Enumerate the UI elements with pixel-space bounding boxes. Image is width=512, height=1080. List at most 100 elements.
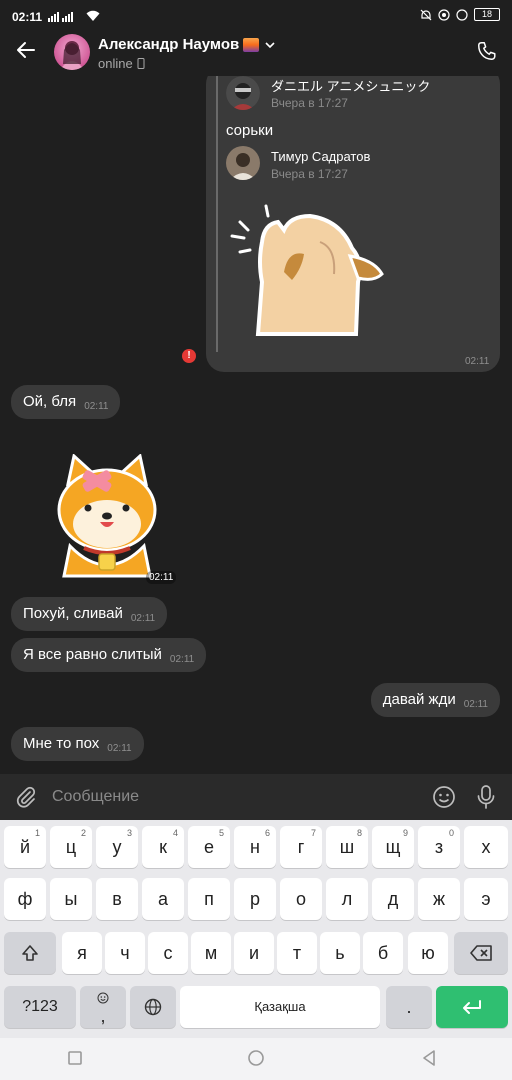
numbers-key[interactable]: ?123	[4, 986, 76, 1028]
contact-status-row: online	[98, 56, 145, 71]
key-letter[interactable]: п	[188, 878, 230, 920]
key-letter[interactable]: к4	[142, 826, 184, 868]
key-letter[interactable]: б	[363, 932, 403, 974]
key-letter[interactable]: в	[96, 878, 138, 920]
key-letter[interactable]: г7	[280, 826, 322, 868]
system-nav-bar	[0, 1038, 512, 1080]
home-circle-icon[interactable]	[247, 1049, 265, 1067]
message-time: 02:11	[130, 613, 156, 624]
message-text: давай жди	[382, 691, 456, 708]
phone-device-icon	[137, 58, 145, 69]
key-letter[interactable]: ю	[408, 932, 448, 974]
key-letter[interactable]: д	[372, 878, 414, 920]
recents-square-icon[interactable]	[66, 1049, 84, 1067]
chat-header: Александр Наумов online	[0, 28, 512, 78]
key-letter[interactable]: с	[148, 932, 188, 974]
message-bubble-sent[interactable]: давай жди 02:11	[370, 683, 500, 717]
message-bubble-received[interactable]: Похуй, сливай 02:11	[11, 597, 168, 631]
key-letter[interactable]: ч	[105, 932, 145, 974]
key-letter[interactable]: ь	[320, 932, 360, 974]
status-time: 02:11	[12, 10, 43, 24]
chevron-down-icon	[265, 41, 275, 48]
key-letter[interactable]: е5	[188, 826, 230, 868]
key-letter[interactable]: р	[234, 878, 276, 920]
key-letter[interactable]: т	[277, 932, 317, 974]
signal-icon	[48, 8, 100, 22]
forward-author2-time: Вчера в 17:27	[271, 167, 348, 181]
back-triangle-icon[interactable]	[420, 1049, 438, 1067]
emoji-icon	[97, 992, 109, 1004]
backspace-icon	[470, 945, 492, 961]
comma-emoji-key[interactable]: ,	[80, 986, 126, 1028]
shift-arrow-icon	[22, 945, 38, 961]
phone-call-icon[interactable]	[476, 40, 498, 62]
status-right: 18	[420, 8, 500, 21]
key-letter[interactable]: х	[464, 826, 508, 868]
contact-name: Александр Наумов	[98, 36, 240, 53]
message-bubble-received[interactable]: Мне то пох 02:11	[11, 727, 144, 761]
language-key[interactable]	[130, 986, 176, 1028]
key-letter[interactable]: й1	[4, 826, 46, 868]
enter-key[interactable]	[436, 986, 508, 1028]
key-letter[interactable]: а	[142, 878, 184, 920]
key-letter[interactable]: ы	[50, 878, 92, 920]
contact-name-row[interactable]: Александр Наумов	[98, 36, 277, 53]
key-letter[interactable]: ж	[418, 878, 460, 920]
contact-avatar[interactable]	[54, 34, 90, 70]
shift-key[interactable]	[4, 932, 56, 974]
key-letter[interactable]: и	[234, 932, 274, 974]
message-time: 02:11	[169, 654, 195, 665]
message-text: Мне то пох	[23, 735, 100, 752]
space-key[interactable]: Қазақша	[180, 986, 380, 1028]
contact-status: online	[98, 56, 133, 71]
battery-icon: 18	[474, 8, 500, 21]
waving-dog-sticker[interactable]	[228, 202, 388, 342]
bell-icon	[456, 8, 468, 21]
forward-quote-bar	[216, 76, 218, 352]
wifi-icon	[86, 10, 100, 21]
key-letter[interactable]: э	[464, 878, 508, 920]
emoji-smile-icon[interactable]	[432, 785, 456, 809]
sticker-time: 02:11	[146, 571, 177, 584]
message-input[interactable]	[52, 782, 412, 812]
forward-author2-avatar[interactable]	[226, 146, 260, 180]
error-icon[interactable]: !	[182, 349, 196, 363]
chat-screen: 02:11 18 Александр Наумов online ダニエル アニ…	[0, 0, 512, 1080]
message-bubble-received[interactable]: Я все равно слитый 02:11	[11, 638, 207, 672]
key-letter[interactable]: з0	[418, 826, 460, 868]
key-letter[interactable]: ц2	[50, 826, 92, 868]
message-time: 02:11	[84, 401, 109, 412]
message-bubble-received[interactable]: Ой, бля 02:11	[11, 385, 121, 419]
message-text: Похуй, сливай	[23, 605, 123, 622]
key-letter[interactable]: ш8	[326, 826, 368, 868]
forwarded-time: 02:11	[465, 356, 490, 367]
key-letter[interactable]: щ9	[372, 826, 414, 868]
message-time: 02:11	[463, 699, 488, 710]
forward-author1-time: Вчера в 17:27	[271, 96, 348, 110]
message-text: Я все равно слитый	[23, 646, 162, 663]
back-arrow-icon[interactable]	[14, 38, 38, 62]
period-key[interactable]: .	[386, 986, 432, 1028]
data-saver-icon	[438, 8, 450, 21]
sunset-emoji-icon	[243, 37, 260, 52]
key-letter[interactable]: о	[280, 878, 322, 920]
shiba-sticker[interactable]	[54, 454, 160, 578]
enter-arrow-icon	[463, 1000, 481, 1014]
key-letter[interactable]: я	[62, 932, 102, 974]
microphone-icon[interactable]	[474, 784, 498, 810]
on-screen-keyboard: й1 ц2 у3 к4 е5 н6 г7 ш8 щ9 з0 х ф ы в а …	[0, 820, 512, 1038]
globe-icon	[144, 998, 162, 1016]
silent-icon	[420, 9, 432, 20]
key-letter[interactable]: л	[326, 878, 368, 920]
key-letter[interactable]: м	[191, 932, 231, 974]
message-text: Ой, бля	[23, 393, 77, 410]
message-time: 02:11	[107, 743, 132, 754]
paperclip-icon[interactable]	[14, 785, 38, 809]
backspace-key[interactable]	[454, 932, 508, 974]
key-letter[interactable]: ф	[4, 878, 46, 920]
message-list[interactable]: ダニエル アニメシュニック Вчера в 17:27 сорьки Тимур…	[0, 76, 512, 774]
forwarded-text: сорьки	[226, 122, 274, 139]
key-letter[interactable]: у3	[96, 826, 138, 868]
key-letter[interactable]: н6	[234, 826, 276, 868]
forward-author1-avatar[interactable]	[226, 76, 260, 110]
